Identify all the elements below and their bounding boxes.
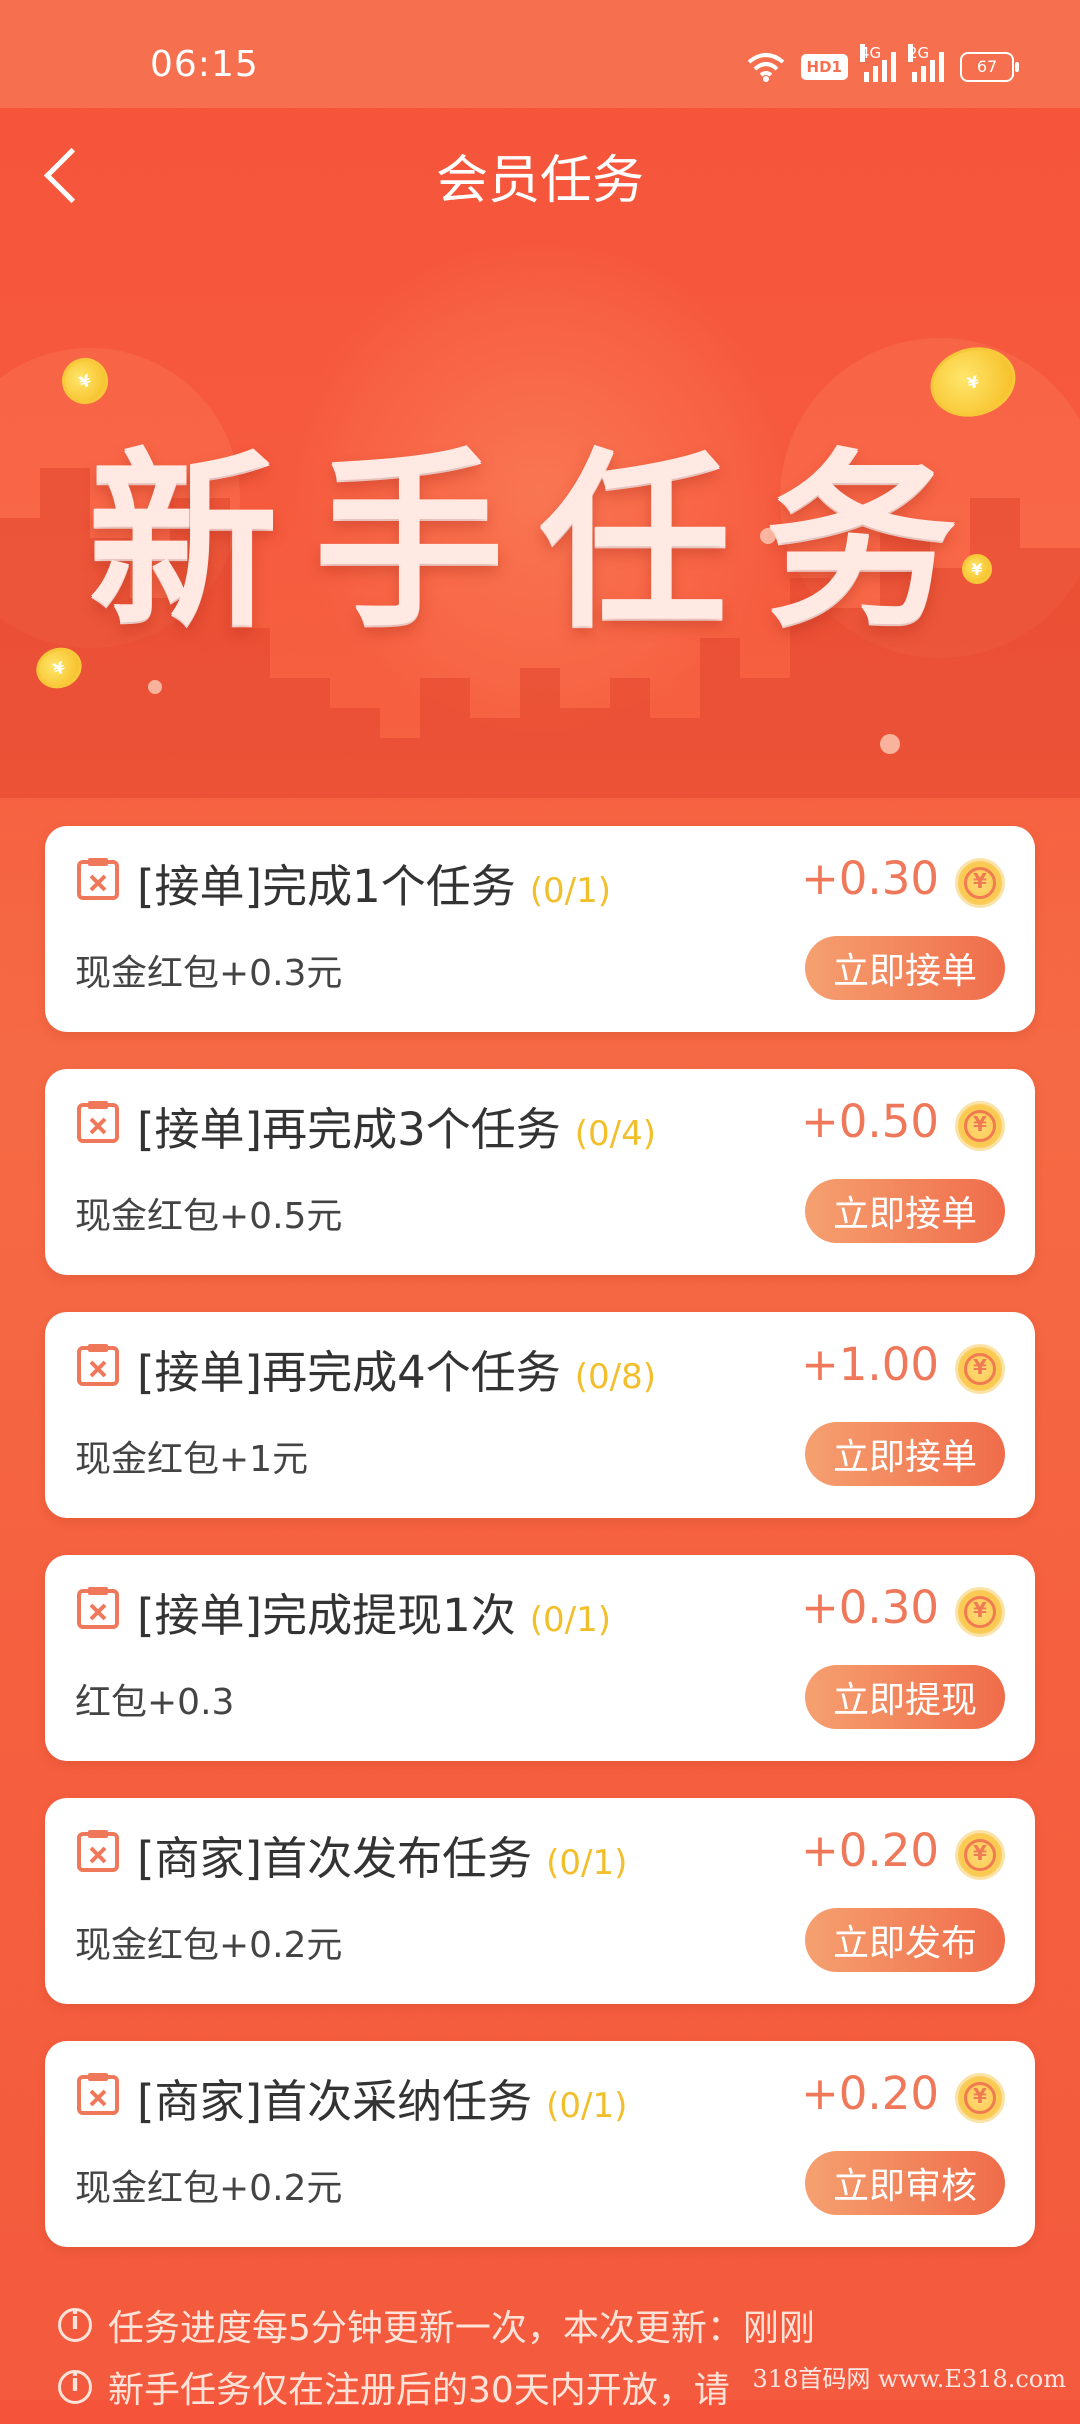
task-reward-amount: +0.30	[801, 1581, 939, 1634]
note-text: 任务进度每5分钟更新一次，本次更新：刚刚	[108, 2308, 815, 2349]
status-time: 06:15	[150, 44, 259, 85]
accept-order-button[interactable]: 立即接单	[805, 1422, 1005, 1486]
review-button[interactable]: 立即审核	[805, 2151, 1005, 2215]
signal-2g-icon: 2G	[908, 44, 944, 82]
status-bar: 06:15 HD1 4G 2G 67	[0, 0, 1080, 108]
task-clipboard-icon	[77, 1101, 119, 1143]
task-reward-amount: +0.20	[801, 2067, 939, 2120]
task-title-text: [接单]完成提现1次	[137, 1589, 516, 1642]
accept-order-button[interactable]: 立即接单	[805, 936, 1005, 1000]
task-clipboard-icon	[77, 858, 119, 900]
task-clipboard-icon	[77, 1587, 119, 1629]
sparkle-dot	[760, 528, 776, 544]
task-reward-amount: +0.50	[801, 1095, 939, 1148]
task-description: 现金红包+0.2元	[75, 2168, 343, 2209]
task-progress: (0/1)	[546, 1843, 628, 1883]
note-update-interval: 任务进度每5分钟更新一次，本次更新：刚刚	[58, 2300, 1058, 2350]
task-title: [商家]首次采纳任务 (0/1)	[137, 2065, 627, 2130]
task-title: [商家]首次发布任务 (0/1)	[137, 1822, 627, 1887]
task-title-text: [接单]再完成4个任务	[137, 1346, 561, 1399]
task-card: [接单]再完成4个任务 (0/8) +1.00 现金红包+1元 立即接单	[45, 1312, 1035, 1518]
task-progress: (0/8)	[574, 1357, 656, 1397]
task-reward-amount: +0.30	[801, 852, 939, 905]
task-progress: (0/1)	[546, 2086, 628, 2126]
info-icon	[58, 2369, 92, 2404]
signal-4g-icon: 4G	[860, 44, 896, 82]
watermark: 318首码网 www.E318.com	[752, 2365, 1066, 2393]
task-card: [接单]完成1个任务 (0/1) +0.30 现金红包+0.3元 立即接单	[45, 826, 1035, 1032]
task-clipboard-icon	[77, 1344, 119, 1386]
banner-title: 新手任务	[87, 432, 992, 653]
coin-icon	[955, 858, 1005, 908]
info-icon	[58, 2307, 92, 2342]
task-title-text: [接单]完成1个任务	[137, 860, 516, 913]
coin-icon	[955, 2073, 1005, 2123]
task-card: [商家]首次采纳任务 (0/1) +0.20 现金红包+0.2元 立即审核	[45, 2041, 1035, 2247]
task-title-text: [商家]首次采纳任务	[137, 2075, 533, 2128]
note-text: 新手任务仅在注册后的30天内开放，请	[108, 2370, 730, 2411]
task-title: [接单]再完成4个任务 (0/8)	[137, 1336, 656, 1401]
task-description: 红包+0.3	[75, 1682, 235, 1723]
task-title: [接单]完成提现1次 (0/1)	[137, 1579, 611, 1644]
task-title: [接单]完成1个任务 (0/1)	[137, 850, 611, 915]
battery-icon: 67	[960, 52, 1019, 82]
status-icons: HD1 4G 2G 67	[747, 44, 1019, 82]
task-reward-amount: +0.20	[801, 1824, 939, 1877]
wifi-icon	[747, 53, 784, 82]
task-description: 现金红包+0.2元	[75, 1925, 343, 1966]
coin-icon	[955, 1101, 1005, 1151]
task-title-text: [商家]首次发布任务	[137, 1832, 533, 1885]
sparkle-dot	[880, 734, 900, 754]
task-progress: (0/4)	[574, 1114, 656, 1154]
task-reward-amount: +1.00	[801, 1338, 939, 1391]
withdraw-button[interactable]: 立即提现	[805, 1665, 1005, 1729]
publish-button[interactable]: 立即发布	[805, 1908, 1005, 1972]
task-list: [接单]完成1个任务 (0/1) +0.30 现金红包+0.3元 立即接单 [接单…	[45, 826, 1035, 2284]
task-progress: (0/1)	[529, 1600, 611, 1640]
coin-icon	[955, 1344, 1005, 1394]
task-description: 现金红包+1元	[75, 1439, 309, 1480]
task-progress: (0/1)	[529, 871, 611, 911]
accept-order-button[interactable]: 立即接单	[805, 1179, 1005, 1243]
task-title: [接单]再完成3个任务 (0/4)	[137, 1093, 656, 1158]
hd-voice-icon: HD1	[800, 54, 848, 80]
task-clipboard-icon	[77, 1830, 119, 1872]
signal-4g-label: 4G	[860, 44, 882, 62]
banner: 新手任务	[0, 238, 1080, 798]
signal-2g-label: 2G	[908, 44, 930, 62]
header: 会员任务	[0, 108, 1080, 238]
task-card: [商家]首次发布任务 (0/1) +0.20 现金红包+0.2元 立即发布	[45, 1798, 1035, 2004]
task-description: 现金红包+0.5元	[75, 1196, 343, 1237]
page-title: 会员任务	[435, 151, 644, 211]
coin-icon	[955, 1830, 1005, 1880]
task-card: [接单]完成提现1次 (0/1) +0.30 红包+0.3 立即提现	[45, 1555, 1035, 1761]
task-description: 现金红包+0.3元	[75, 953, 343, 994]
sparkle-dot	[148, 680, 162, 694]
coin-icon	[955, 1587, 1005, 1637]
coin-decoration	[962, 554, 992, 584]
task-clipboard-icon	[77, 2073, 119, 2115]
task-title-text: [接单]再完成3个任务	[137, 1103, 561, 1156]
task-card: [接单]再完成3个任务 (0/4) +0.50 现金红包+0.5元 立即接单	[45, 1069, 1035, 1275]
